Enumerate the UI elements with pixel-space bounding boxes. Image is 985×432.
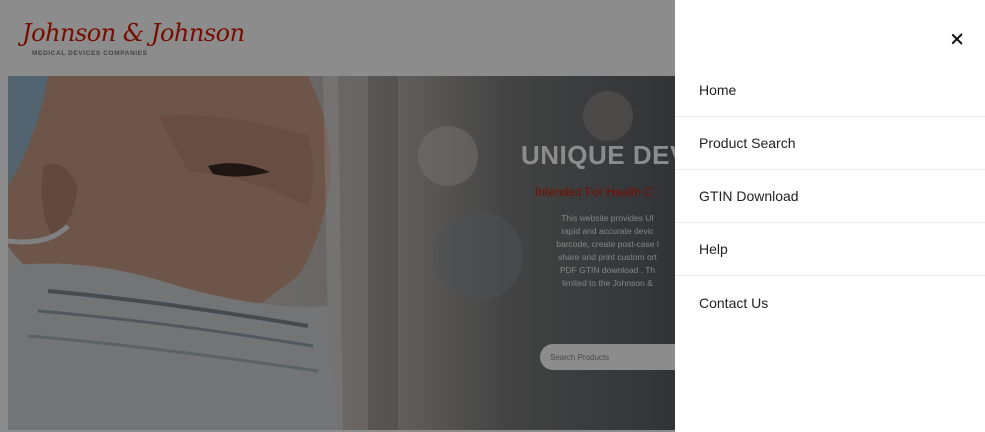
menu-item-gtin-download[interactable]: GTIN Download (675, 170, 985, 223)
side-menu: Home Product Search GTIN Download Help C… (675, 0, 985, 432)
menu-item-contact-us[interactable]: Contact Us (675, 276, 985, 329)
close-icon[interactable] (947, 30, 967, 50)
menu-item-home[interactable]: Home (675, 64, 985, 117)
modal-backdrop[interactable] (0, 0, 675, 432)
menu-item-help[interactable]: Help (675, 223, 985, 276)
menu-item-product-search[interactable]: Product Search (675, 117, 985, 170)
menu-list: Home Product Search GTIN Download Help C… (675, 64, 985, 329)
